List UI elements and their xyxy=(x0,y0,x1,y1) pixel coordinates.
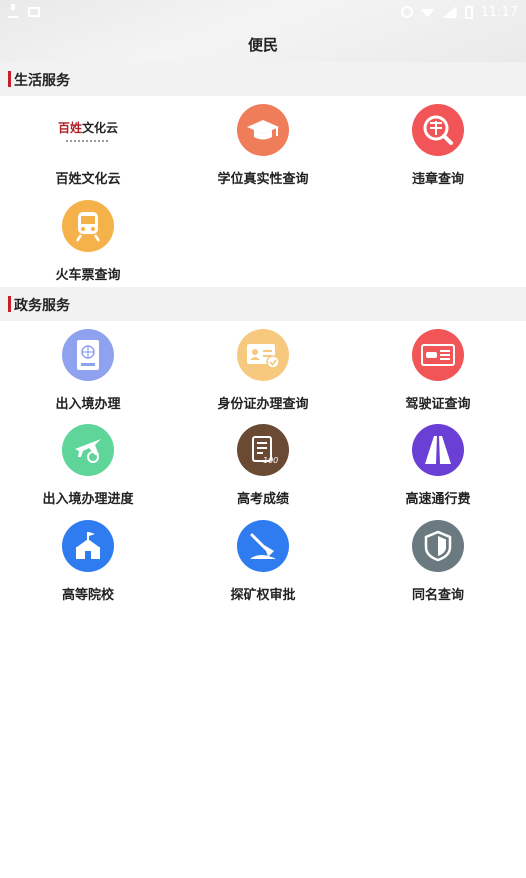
service-label: 驾驶证查询 xyxy=(405,397,471,412)
service-item-baixing[interactable]: 百姓文化云 百姓文化云 xyxy=(0,104,176,188)
id-card-icon xyxy=(237,329,289,381)
shield-icon xyxy=(412,520,464,572)
airplane-icon xyxy=(62,424,114,476)
service-item-exam-score[interactable]: 100 高考成绩 xyxy=(175,424,351,507)
section-marker xyxy=(8,296,11,312)
graduation-cap-icon xyxy=(237,104,289,156)
service-item-id-card[interactable]: 身份证办理查询 xyxy=(175,329,351,412)
svg-text:100: 100 xyxy=(263,456,278,465)
mining-icon xyxy=(237,520,289,572)
exam-score-icon: 100 xyxy=(237,424,289,476)
service-item-violation[interactable]: 违章查询 xyxy=(350,104,526,187)
service-item-university[interactable]: 高等院校 xyxy=(0,520,176,603)
baixing-logo-icon: 百姓文化云 xyxy=(48,104,128,156)
section-header-life: 生活服务 xyxy=(0,62,526,96)
service-label: 身份证办理查询 xyxy=(217,397,309,412)
status-bar: 11:17 xyxy=(0,0,526,24)
service-label: 违章查询 xyxy=(411,172,464,187)
service-item-highway-toll[interactable]: 高速通行费 xyxy=(350,424,526,507)
download-icon xyxy=(8,4,18,18)
wifi-icon xyxy=(420,9,435,17)
signal-icon xyxy=(442,6,457,18)
service-item-train[interactable]: 火车票查询 xyxy=(0,200,176,283)
service-label: 火车票查询 xyxy=(55,268,121,283)
service-label: 学位真实性查询 xyxy=(217,172,309,187)
university-icon xyxy=(62,520,114,572)
train-icon xyxy=(62,200,114,252)
logo-text-dark: 文化云 xyxy=(82,120,119,135)
service-label: 高考成绩 xyxy=(236,492,289,507)
service-item-degree[interactable]: 学位真实性查询 xyxy=(175,104,351,187)
service-item-same-name[interactable]: 同名查询 xyxy=(350,520,526,603)
service-label: 出入境办理 xyxy=(55,397,121,412)
service-item-driver-license[interactable]: 驾驶证查询 xyxy=(350,329,526,412)
service-label: 探矿权审批 xyxy=(230,588,296,603)
service-label: 百姓文化云 xyxy=(55,172,121,187)
notification-icon xyxy=(28,7,40,17)
service-item-exit-entry[interactable]: 出入境办理 xyxy=(0,329,176,412)
highway-icon xyxy=(412,424,464,476)
section-title: 生活服务 xyxy=(14,73,70,89)
alarm-icon xyxy=(400,6,413,18)
service-item-exit-entry-progress[interactable]: 出入境办理进度 xyxy=(0,424,176,507)
service-label: 高速通行费 xyxy=(405,492,471,507)
service-item-mining[interactable]: 探矿权审批 xyxy=(175,520,351,603)
section-title: 政务服务 xyxy=(14,298,70,314)
status-time: 11:17 xyxy=(480,4,518,20)
service-label: 出入境办理进度 xyxy=(42,492,134,507)
violation-search-icon xyxy=(412,104,464,156)
logo-text-red: 百姓 xyxy=(57,120,82,135)
section-marker xyxy=(8,71,11,87)
section-header-gov: 政务服务 xyxy=(0,287,526,321)
driver-license-icon xyxy=(412,329,464,381)
battery-icon xyxy=(464,5,473,19)
service-label: 同名查询 xyxy=(411,588,464,603)
page-title: 便民 xyxy=(247,36,278,54)
service-label: 高等院校 xyxy=(61,588,114,603)
passport-icon xyxy=(62,329,114,381)
